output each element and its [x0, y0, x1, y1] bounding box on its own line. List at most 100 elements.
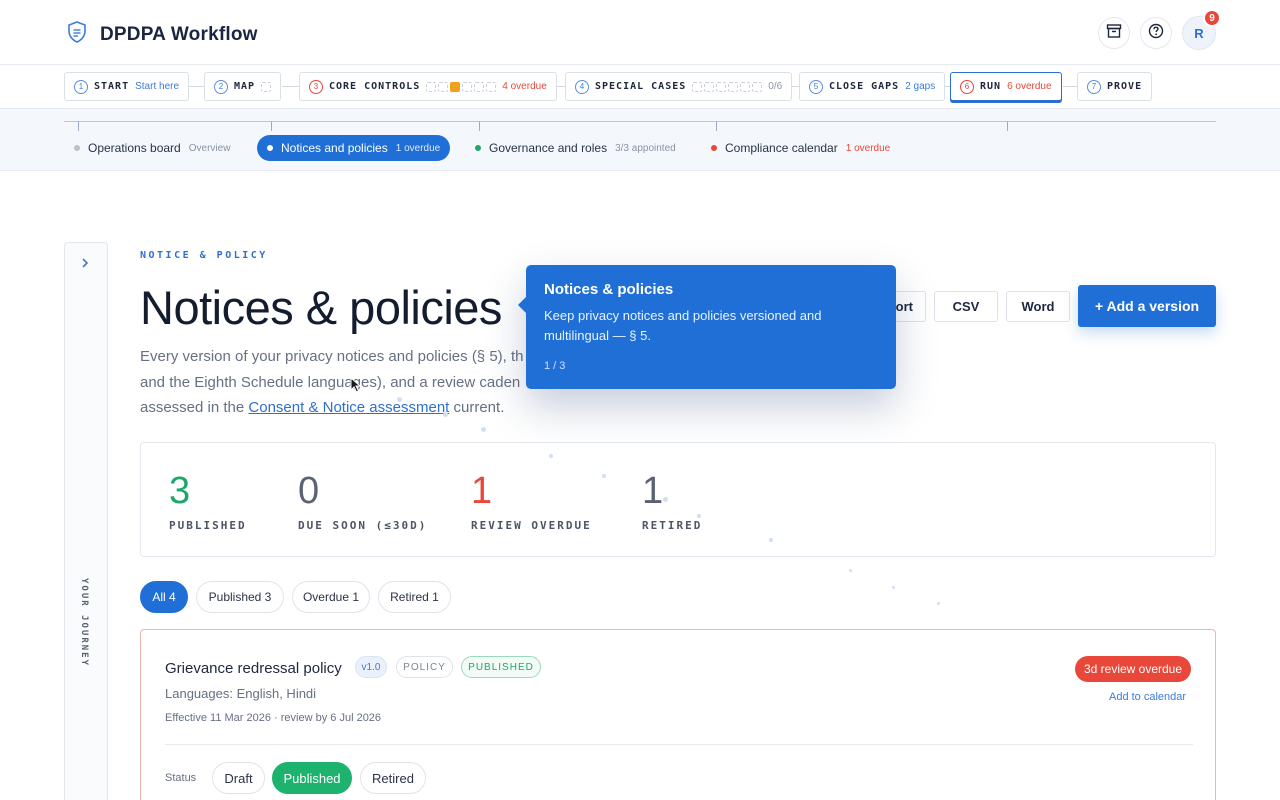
csv-button[interactable]: CSV — [934, 291, 998, 322]
step-close-gaps[interactable]: 5 CLOSE GAPS 2 gaps — [799, 72, 946, 101]
subtab-meta: Overview — [188, 142, 231, 154]
mouse-cursor-icon — [350, 376, 362, 398]
step-start[interactable]: 1 START Start here — [64, 72, 190, 101]
step-label: SPECIAL CASES — [595, 81, 687, 92]
tooltip-title: Notices & policies — [544, 281, 674, 298]
desc-line-2: and the Eighth Schedule languages), and … — [140, 373, 521, 391]
stat-label: DUE SOON (≤30D) — [298, 519, 428, 532]
policy-card: Grievance redressal policy v1.0 POLICY P… — [140, 629, 1216, 800]
step-prove[interactable]: 7 PROVE — [1077, 72, 1153, 101]
stat-published: 3 PUBLISHED — [169, 471, 247, 532]
page-title: Notices & policies — [140, 281, 502, 334]
step-sub: 4 overdue — [502, 81, 547, 92]
status-retired-button[interactable]: Retired — [360, 762, 426, 794]
status-draft-button[interactable]: Draft — [212, 762, 265, 794]
step-number: 4 — [575, 79, 589, 94]
stat-label: RETIRED — [642, 519, 703, 532]
subtab-compliance-calendar[interactable]: Compliance calendar 1 overdue — [701, 135, 900, 161]
app-title: DPDPA Workflow — [100, 23, 258, 45]
archive-icon — [1106, 23, 1122, 44]
stat-due-soon: 0 DUE SOON (≤30D) — [298, 471, 427, 532]
stat-value: 3 — [169, 470, 191, 512]
avatar-initial: R — [1194, 25, 1204, 41]
tooltip-body: Keep privacy notices and policies versio… — [544, 308, 822, 343]
step-run[interactable]: 6 RUN 6 overdue — [950, 72, 1062, 101]
filter-published[interactable]: Published 3 — [196, 581, 284, 613]
step-label: MAP — [234, 81, 256, 92]
step-label: CORE CONTROLS — [329, 81, 421, 92]
help-button[interactable] — [1140, 17, 1172, 49]
step-map[interactable]: 2 MAP — [204, 72, 282, 101]
journey-panel[interactable]: YOUR JOURNEY — [64, 242, 108, 800]
stat-label: REVIEW OVERDUE — [471, 519, 592, 532]
add-to-calendar-link[interactable]: Add to calendar — [1109, 691, 1186, 703]
archive-button[interactable] — [1098, 17, 1130, 49]
page-description: Every version of your privacy notices an… — [140, 344, 540, 421]
subtab-operations-board[interactable]: Operations board Overview — [64, 135, 240, 161]
policy-effective-dates: Effective 11 Mar 2026 · review by 6 Jul … — [165, 712, 382, 724]
step-number: 1 — [74, 79, 88, 94]
policy-title: Grievance redressal policy — [165, 660, 342, 677]
status-badge: PUBLISHED — [461, 656, 541, 678]
filter-retired[interactable]: Retired 1 — [378, 581, 451, 613]
stats-card: 3 PUBLISHED 0 DUE SOON (≤30D) 1 REVIEW O… — [140, 442, 1216, 557]
step-label: PROVE — [1107, 81, 1143, 92]
progress-pips — [426, 81, 497, 92]
step-label: RUN — [980, 81, 1002, 92]
desc-line-4: current. — [449, 399, 505, 416]
step-number: 6 — [960, 79, 974, 94]
subtab-label: Operations board — [88, 141, 181, 155]
step-number: 7 — [1087, 79, 1101, 94]
review-overdue-badge: 3d review overdue — [1075, 656, 1191, 682]
step-special-cases[interactable]: 4 SPECIAL CASES 0/6 — [565, 72, 793, 101]
subtab-governance-and-roles[interactable]: Governance and roles 3/3 appointed — [465, 135, 686, 161]
stat-value: 1 — [471, 470, 493, 512]
help-icon — [1148, 23, 1164, 44]
subtab-meta: 1 overdue — [845, 142, 891, 154]
version-tag: v1.0 — [355, 656, 387, 678]
step-number: 5 — [809, 79, 823, 94]
step-label: CLOSE GAPS — [829, 81, 900, 92]
filter-overdue[interactable]: Overdue 1 — [292, 581, 370, 613]
word-button[interactable]: Word — [1006, 291, 1070, 322]
subtab-label: Notices and policies — [281, 141, 388, 155]
step-number: 2 — [214, 79, 228, 94]
subtab-notices-and-policies[interactable]: Notices and policies 1 overdue — [257, 135, 451, 161]
onboarding-tooltip[interactable]: Notices & policies Keep privacy notices … — [518, 265, 896, 389]
step-core-controls[interactable]: 3 CORE CONTROLS 4 overdue — [299, 72, 557, 101]
step-sub: 0/6 — [768, 81, 783, 92]
stat-value: 1 — [642, 470, 664, 512]
step-label: START — [94, 81, 130, 92]
desc-line-1: Every version of your privacy notices an… — [140, 348, 524, 365]
desc-line-3: assessed in the — [140, 399, 249, 416]
tooltip-step-counter: 1 / 3 — [544, 360, 566, 372]
stat-retired: 1 RETIRED — [642, 471, 702, 532]
step-sub: 6 overdue — [1007, 81, 1052, 92]
status-published-button[interactable]: Published — [272, 762, 352, 794]
brand[interactable]: DPDPA Workflow — [66, 20, 258, 49]
journey-label: YOUR JOURNEY — [79, 578, 89, 668]
add-version-button[interactable]: + Add a version — [1078, 285, 1216, 327]
filter-all[interactable]: All 4 — [140, 581, 188, 613]
step-number: 3 — [309, 79, 323, 94]
policy-languages: Languages: English, Hindi — [165, 686, 317, 701]
shield-icon — [66, 20, 88, 49]
consent-notice-assessment-link[interactable]: Consent & Notice assessment — [248, 399, 449, 416]
subtab-label: Governance and roles — [489, 141, 608, 155]
top-bar: DPDPA Workflow R 9 — [0, 0, 1280, 65]
type-tag: POLICY — [396, 656, 453, 678]
step-sub: Start here — [135, 81, 180, 92]
run-subnav: Operations board Overview Notices and po… — [0, 109, 1280, 171]
avatar[interactable]: R 9 — [1182, 9, 1221, 50]
section-eyebrow: NOTICE & POLICY — [140, 250, 268, 261]
notification-badge: 9 — [1203, 9, 1221, 27]
stat-label: PUBLISHED — [169, 519, 247, 532]
subtab-meta: 1 overdue — [395, 142, 441, 154]
subtab-label: Compliance calendar — [725, 141, 838, 155]
progress-pips — [692, 81, 763, 92]
step-sub: 2 gaps — [905, 81, 936, 92]
chevron-right-icon[interactable] — [80, 256, 90, 272]
subtab-meta: 3/3 appointed — [615, 142, 676, 154]
stat-review-overdue: 1 REVIEW OVERDUE — [471, 471, 592, 532]
workflow-stepper: 1 START Start here 2 MAP 3 CORE CONTROLS… — [0, 65, 1280, 109]
